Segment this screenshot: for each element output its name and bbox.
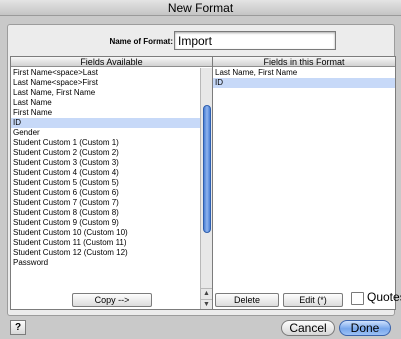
list-item[interactable]: Student Custom 6 (Custom 6) — [11, 188, 200, 198]
list-item[interactable]: Last Name — [11, 98, 200, 108]
list-item[interactable]: Password — [11, 258, 200, 268]
list-item[interactable]: Student Custom 12 (Custom 12) — [11, 248, 200, 258]
fields-in-format-list: Fields in this Format Last Name, First N… — [212, 56, 396, 310]
list-item[interactable]: Student Custom 10 (Custom 10) — [11, 228, 200, 238]
copy-button[interactable]: Copy --> — [72, 293, 152, 307]
list-item[interactable]: First Name — [11, 108, 200, 118]
list-item[interactable]: Student Custom 9 (Custom 9) — [11, 218, 200, 228]
list-item[interactable]: Last Name, First Name — [11, 88, 200, 98]
help-button[interactable]: ? — [10, 320, 26, 335]
list-item[interactable]: Student Custom 5 (Custom 5) — [11, 178, 200, 188]
done-button[interactable]: Done — [339, 320, 391, 336]
scroll-up-arrow-icon[interactable]: ▲ — [201, 288, 212, 298]
cancel-button[interactable]: Cancel — [281, 320, 335, 336]
list-item[interactable]: Student Custom 1 (Custom 1) — [11, 138, 200, 148]
list-item[interactable]: Student Custom 8 (Custom 8) — [11, 208, 200, 218]
list-item[interactable]: ID — [11, 118, 200, 128]
list-item[interactable]: Student Custom 4 (Custom 4) — [11, 168, 200, 178]
list-item[interactable]: ID — [213, 78, 395, 88]
fields-available-items: First Name<space>Last Last Name<space>Fir… — [11, 68, 200, 309]
fields-available-scrollbar[interactable]: ▲ ▼ — [200, 68, 212, 309]
quotes-label: Quotes — [367, 290, 401, 304]
list-item[interactable]: Student Custom 2 (Custom 2) — [11, 148, 200, 158]
format-panel: Name of Format: Fields Available First N… — [7, 24, 401, 316]
list-item[interactable]: Student Custom 3 (Custom 3) — [11, 158, 200, 168]
list-item[interactable]: Gender — [11, 128, 200, 138]
fields-in-format-items: Last Name, First Name ID — [213, 68, 395, 309]
list-item[interactable]: First Name<space>Last — [11, 68, 200, 78]
list-item[interactable]: Student Custom 7 (Custom 7) — [11, 198, 200, 208]
format-name-label: Name of Format: — [109, 37, 173, 46]
list-item[interactable]: Last Name<space>First — [11, 78, 200, 88]
fields-available-header: Fields Available — [11, 57, 212, 67]
format-name-input[interactable] — [174, 31, 336, 50]
delete-button[interactable]: Delete — [215, 293, 279, 307]
fields-in-format-header: Fields in this Format — [213, 57, 395, 67]
list-item[interactable]: Last Name, First Name — [213, 68, 395, 78]
scroll-thumb[interactable] — [203, 105, 211, 233]
edit-button[interactable]: Edit (*) — [283, 293, 343, 307]
scroll-down-arrow-icon[interactable]: ▼ — [201, 299, 212, 309]
fields-available-list: Fields Available First Name<space>Last La… — [10, 56, 213, 310]
list-item[interactable]: Student Custom 11 (Custom 11) — [11, 238, 200, 248]
quotes-checkbox[interactable] — [351, 292, 364, 305]
window-title: New Format — [0, 0, 401, 16]
